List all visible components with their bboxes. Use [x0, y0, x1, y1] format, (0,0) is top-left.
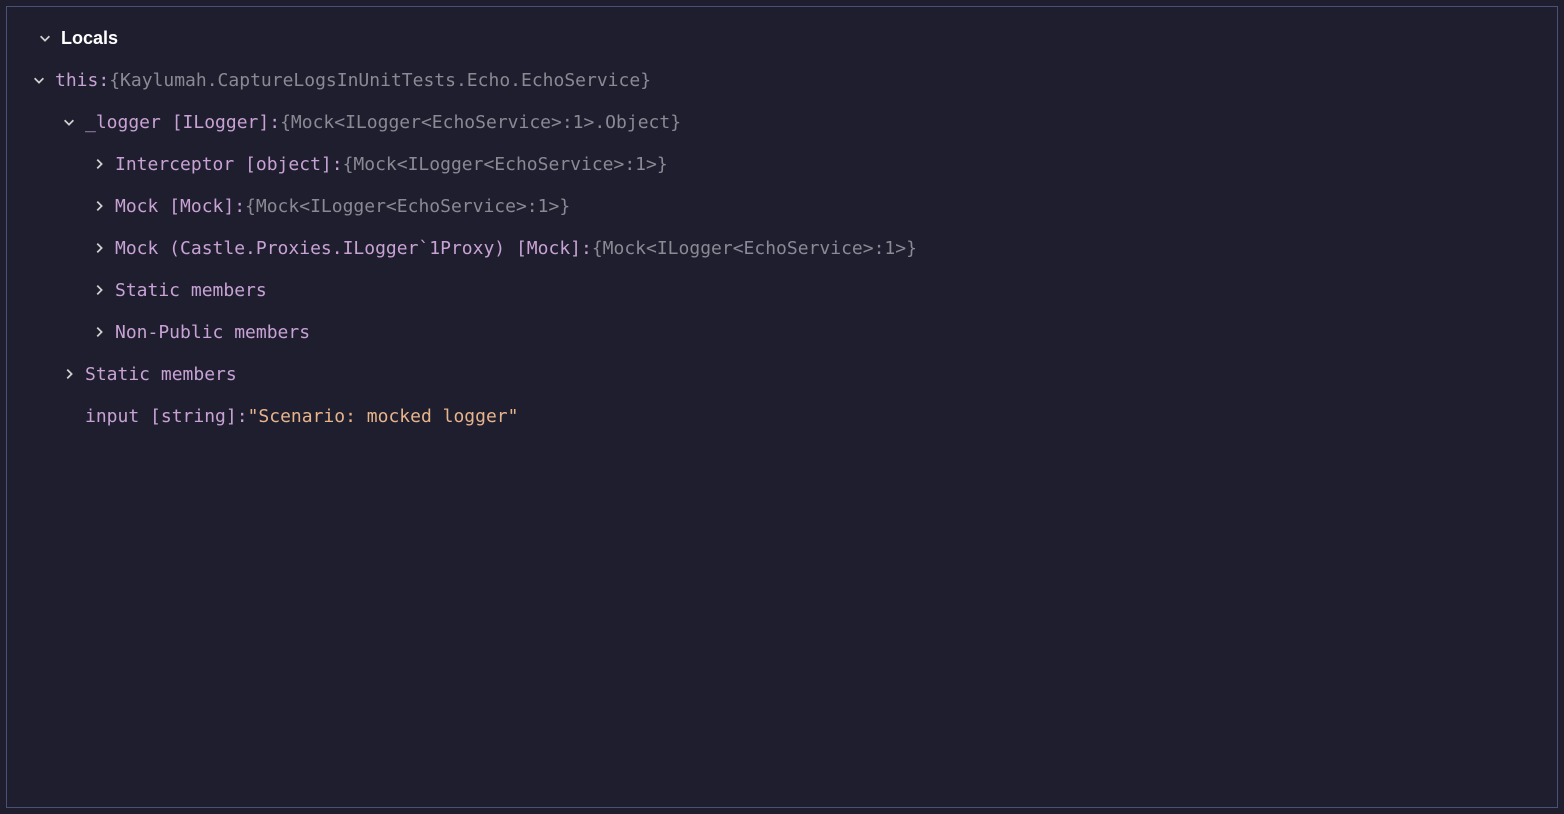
locals-header[interactable]: Locals — [7, 17, 1557, 59]
variable-row[interactable]: _logger [ILogger]: {Mock<ILogger<EchoSer… — [7, 101, 1557, 143]
chevron-right-icon[interactable] — [89, 325, 109, 339]
chevron-right-icon[interactable] — [89, 199, 109, 213]
variable-name: this: — [55, 70, 109, 91]
variable-value: "Scenario: mocked logger" — [248, 406, 519, 427]
variable-name: Static members — [115, 280, 267, 301]
chevron-down-icon[interactable] — [29, 73, 49, 87]
variable-row[interactable]: Non-Public members — [7, 311, 1557, 353]
panel-title: Locals — [61, 28, 118, 49]
variable-row[interactable]: input [string]: "Scenario: mocked logger… — [7, 395, 1557, 437]
variable-row[interactable]: Mock [Mock]: {Mock<ILogger<EchoService>:… — [7, 185, 1557, 227]
chevron-down-icon[interactable] — [59, 115, 79, 129]
variable-row[interactable]: Static members — [7, 353, 1557, 395]
locals-panel: Locals this: {Kaylumah.CaptureLogsInUnit… — [6, 6, 1558, 808]
chevron-down-icon[interactable] — [35, 31, 55, 45]
variable-value: {Mock<ILogger<EchoService>:1>} — [245, 196, 570, 217]
variable-row[interactable]: Mock (Castle.Proxies.ILogger`1Proxy) [Mo… — [7, 227, 1557, 269]
variable-name: Mock (Castle.Proxies.ILogger`1Proxy) [Mo… — [115, 238, 592, 259]
variable-name: _logger [ILogger]: — [85, 112, 280, 133]
variable-row[interactable]: Interceptor [object]: {Mock<ILogger<Echo… — [7, 143, 1557, 185]
variable-value: {Mock<ILogger<EchoService>:1>} — [343, 154, 668, 175]
chevron-right-icon[interactable] — [89, 241, 109, 255]
chevron-right-icon[interactable] — [89, 283, 109, 297]
variable-value: {Mock<ILogger<EchoService>:1>.Object} — [280, 112, 681, 133]
variable-name: Interceptor [object]: — [115, 154, 343, 175]
variable-name: Static members — [85, 364, 237, 385]
variable-name: Mock [Mock]: — [115, 196, 245, 217]
variable-name: Non-Public members — [115, 322, 310, 343]
chevron-right-icon[interactable] — [59, 367, 79, 381]
chevron-right-icon[interactable] — [89, 157, 109, 171]
variable-name: input [string]: — [85, 406, 248, 427]
variable-tree: this: {Kaylumah.CaptureLogsInUnitTests.E… — [7, 59, 1557, 437]
variable-value: {Kaylumah.CaptureLogsInUnitTests.Echo.Ec… — [109, 70, 651, 91]
variable-row[interactable]: Static members — [7, 269, 1557, 311]
variable-row[interactable]: this: {Kaylumah.CaptureLogsInUnitTests.E… — [7, 59, 1557, 101]
variable-value: {Mock<ILogger<EchoService>:1>} — [592, 238, 917, 259]
